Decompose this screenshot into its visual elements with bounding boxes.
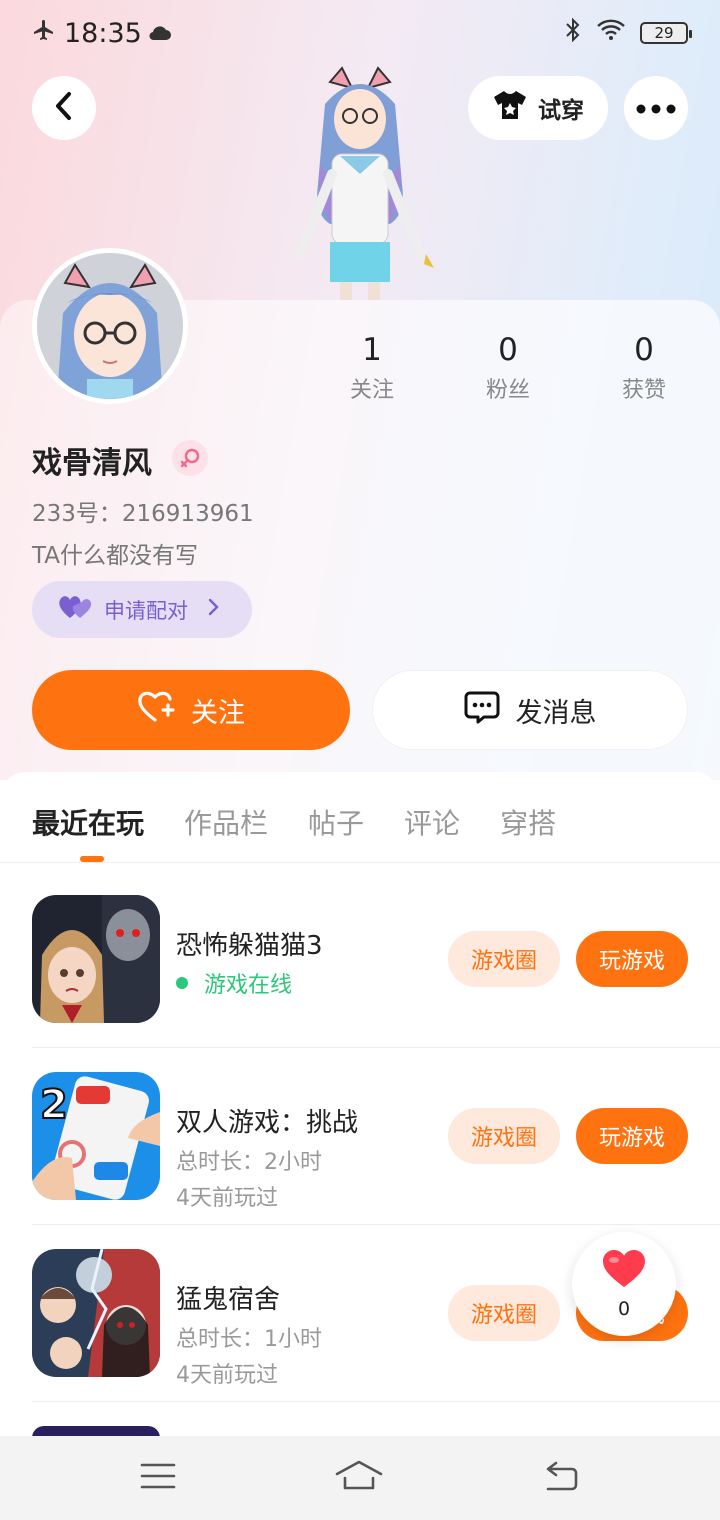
divider [32,1401,720,1402]
try-on-label: 试穿 [538,98,584,124]
chevron-right-icon [208,597,220,622]
menu-icon[interactable] [140,1462,176,1494]
profile-tabs: 最近在玩 作品栏 帖子 评论 穿搭 [32,802,556,862]
home-icon[interactable] [335,1460,383,1496]
nickname: 戏骨清风 [32,446,152,481]
game-title: 双人游戏：挑战 [176,1108,359,1138]
more-dots-icon [636,99,676,118]
like-float-button[interactable]: 0 [572,1232,676,1336]
chat-bubble-icon [464,690,500,731]
game-circle-button[interactable]: 游戏圈 [448,931,560,987]
request-pair-button[interactable]: 申请配对 [32,581,252,638]
stat-fans[interactable]: 0 粉丝 [458,330,558,404]
game-icon-haunted-dorm [32,1249,160,1377]
follow-button[interactable]: 关注 [32,670,350,750]
try-on-button[interactable]: 试穿 [468,76,608,140]
divider [32,1047,720,1048]
wifi-icon [596,18,626,49]
chevron-left-icon [53,91,75,125]
follow-label: 关注 [191,697,245,729]
back-button[interactable] [32,76,96,140]
online-dot-icon [176,977,188,989]
tab-works[interactable]: 作品栏 [184,802,268,842]
send-message-label: 发消息 [515,697,597,729]
divider [32,1224,720,1225]
stat-value: 0 [634,332,654,368]
game-title: 猛鬼宿舍 [176,1285,281,1315]
stat-likes[interactable]: 0 获赞 [594,330,694,404]
tshirt-icon [492,89,528,127]
heart-plus-icon [137,690,175,731]
bluetooth-icon [564,17,582,49]
cloud-icon [148,18,172,49]
back-nav-icon[interactable] [542,1461,580,1495]
last-played: 4天前玩过 [176,1186,278,1211]
double-heart-icon [58,594,92,625]
game-circle-button[interactable]: 游戏圈 [448,1285,560,1341]
like-count: 0 [617,1297,631,1320]
content-section: 最近在玩 作品栏 帖子 评论 穿搭 恐怖躲猫猫3 游戏在线 游戏圈 玩游戏 2 … [0,772,720,1452]
heart-icon [601,1249,647,1294]
online-label: 游戏在线 [204,973,293,998]
avatar-full-figure [280,64,450,300]
bio: TA什么都没有写 [32,543,198,569]
clock: 18:35 [64,17,142,49]
game-icon-two-player: 2 [32,1072,160,1200]
last-played: 4天前玩过 [176,1363,278,1388]
tab-outfits[interactable]: 穿搭 [500,802,556,842]
stat-label: 获赞 [621,378,666,403]
tab-comments[interactable]: 评论 [404,802,460,842]
stat-label: 关注 [349,378,394,403]
request-pair-label: 申请配对 [104,598,188,623]
avatar[interactable] [32,248,188,404]
battery-indicator: 29 [640,22,692,44]
game-circle-button[interactable]: 游戏圈 [448,1108,560,1164]
stat-value: 1 [362,332,382,368]
more-button[interactable] [624,76,688,140]
game-title: 恐怖躲猫猫3 [176,931,323,961]
play-game-button[interactable]: 玩游戏 [576,1108,688,1164]
female-gender-icon [172,440,208,476]
system-nav-bar [0,1436,720,1520]
stat-value: 0 [498,332,518,368]
user-id: 233号：216913961 [32,501,254,527]
send-message-button[interactable]: 发消息 [372,670,688,750]
game-list-item[interactable]: 2 双人游戏：挑战 总时长：2小时 4天前玩过 游戏圈 玩游戏 [32,1072,720,1249]
divider [0,862,720,863]
stat-following[interactable]: 1 关注 [322,330,422,404]
svg-text:2: 2 [40,1082,68,1128]
tab-posts[interactable]: 帖子 [308,802,364,842]
play-game-button[interactable]: 玩游戏 [576,931,688,987]
tab-recently-played[interactable]: 最近在玩 [32,802,144,862]
stat-label: 粉丝 [485,378,530,403]
play-duration: 总时长：2小时 [176,1150,322,1175]
game-list-item[interactable]: 恐怖躲猫猫3 游戏在线 游戏圈 玩游戏 [32,895,720,1072]
game-icon-horror-hide-seek [32,895,160,1023]
online-status: 游戏在线 [176,967,292,999]
play-duration: 总时长：1小时 [176,1327,322,1352]
status-bar: 18:35 29 [0,0,720,66]
airplane-icon [32,18,56,49]
